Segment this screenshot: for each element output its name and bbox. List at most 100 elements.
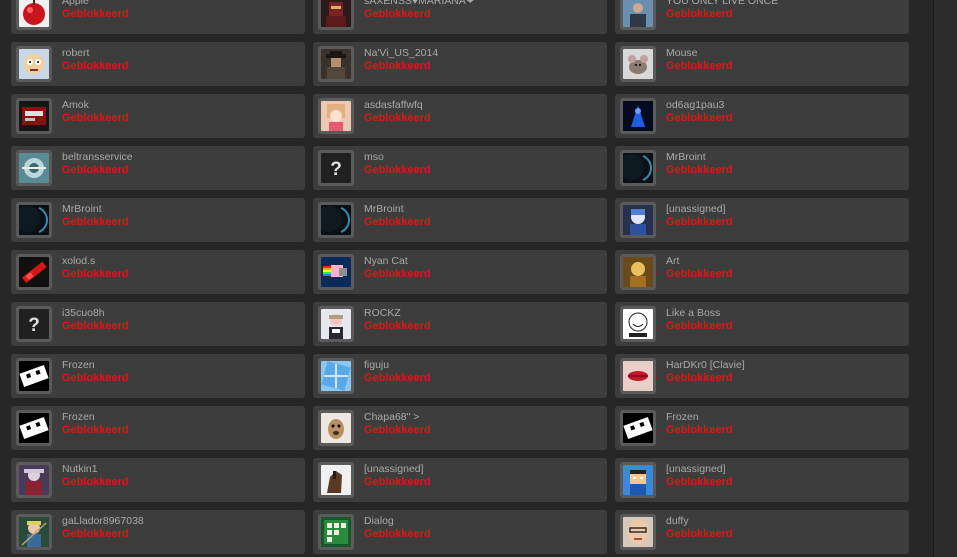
friend-card[interactable]: Mouse Geblokkeerd	[615, 42, 909, 86]
avatar-frame[interactable]	[620, 410, 656, 446]
avatar-frame[interactable]	[16, 358, 52, 394]
friend-card[interactable]: MrBroint Geblokkeerd	[11, 198, 305, 242]
avatar-frame[interactable]	[16, 0, 52, 30]
friend-name[interactable]: Amok	[62, 99, 298, 111]
avatar-frame[interactable]	[318, 0, 354, 30]
friend-card[interactable]: ROCKZ Geblokkeerd	[313, 302, 607, 346]
avatar-frame[interactable]: ?	[318, 150, 354, 186]
friend-name[interactable]: Chapa68" >	[364, 411, 600, 423]
avatar-frame[interactable]	[16, 150, 52, 186]
friend-name[interactable]: Apple	[62, 0, 298, 7]
avatar-frame[interactable]	[16, 98, 52, 134]
friend-name[interactable]: Frozen	[666, 411, 902, 423]
friend-card[interactable]: Frozen Geblokkeerd	[11, 354, 305, 398]
friend-name[interactable]: Na'Vi_US_2014	[364, 47, 600, 59]
avatar-frame[interactable]	[318, 306, 354, 342]
friend-card[interactable]: MrBroint Geblokkeerd	[313, 198, 607, 242]
friend-name[interactable]: [unassigned]	[666, 203, 902, 215]
friend-card[interactable]: figuju Geblokkeerd	[313, 354, 607, 398]
friend-name[interactable]: sAXENSS♥MARIANA❤	[364, 0, 600, 7]
friend-card[interactable]: Na'Vi_US_2014 Geblokkeerd	[313, 42, 607, 86]
friend-name[interactable]: Mouse	[666, 47, 902, 59]
friend-name[interactable]: MrBroint	[364, 203, 600, 215]
friend-name[interactable]: xolod.s	[62, 255, 298, 267]
friend-card[interactable]: ? mso Geblokkeerd	[313, 146, 607, 190]
friend-card[interactable]: YOU ONLY LIVE ONCE Geblokkeerd	[615, 0, 909, 34]
friend-name[interactable]: Frozen	[62, 411, 298, 423]
friend-name[interactable]: beltransservice	[62, 151, 298, 163]
friend-card[interactable]: MrBroint Geblokkeerd	[615, 146, 909, 190]
friend-name[interactable]: Nutkin1	[62, 463, 298, 475]
friend-card[interactable]: robert Geblokkeerd	[11, 42, 305, 86]
avatar-frame[interactable]	[318, 202, 354, 238]
friend-name[interactable]: [unassigned]	[666, 463, 902, 475]
friend-card[interactable]: asdasfaffwfq Geblokkeerd	[313, 94, 607, 138]
friend-name[interactable]: Dialog	[364, 515, 600, 527]
friend-card[interactable]: [unassigned] Geblokkeerd	[313, 458, 607, 502]
friend-card[interactable]: Apple Geblokkeerd	[11, 0, 305, 34]
avatar-frame[interactable]	[16, 410, 52, 446]
avatar-frame[interactable]	[620, 358, 656, 394]
friend-card[interactable]: Dialog Geblokkeerd	[313, 510, 607, 554]
avatar-frame[interactable]	[620, 0, 656, 30]
avatar-frame[interactable]	[620, 150, 656, 186]
friend-card[interactable]: HarDKr0 [Clavie] Geblokkeerd	[615, 354, 909, 398]
friend-card[interactable]: Art Geblokkeerd	[615, 250, 909, 294]
friend-card[interactable]: gaLlador8967038 Geblokkeerd	[11, 510, 305, 554]
friend-name[interactable]: Frozen	[62, 359, 298, 371]
avatar-frame[interactable]	[620, 254, 656, 290]
avatar-frame[interactable]	[620, 46, 656, 82]
friend-name[interactable]: robert	[62, 47, 298, 59]
friend-name[interactable]: duffy	[666, 515, 902, 527]
avatar-frame[interactable]	[16, 514, 52, 550]
friend-card[interactable]: od6ag1pau3 Geblokkeerd	[615, 94, 909, 138]
friend-name[interactable]: od6ag1pau3	[666, 99, 902, 111]
friend-card[interactable]: duffy Geblokkeerd	[615, 510, 909, 554]
friend-card[interactable]: Nyan Cat Geblokkeerd	[313, 250, 607, 294]
avatar-frame[interactable]	[16, 46, 52, 82]
friend-card[interactable]: Frozen Geblokkeerd	[615, 406, 909, 450]
friend-card[interactable]: ? i35cuo8h Geblokkeerd	[11, 302, 305, 346]
avatar-frame[interactable]	[620, 306, 656, 342]
friend-name[interactable]: YOU ONLY LIVE ONCE	[666, 0, 902, 7]
friend-card[interactable]: Like a Boss Geblokkeerd	[615, 302, 909, 346]
friend-name[interactable]: mso	[364, 151, 600, 163]
friend-name[interactable]: Nyan Cat	[364, 255, 600, 267]
friend-name[interactable]: i35cuo8h	[62, 307, 298, 319]
friend-name[interactable]: Art	[666, 255, 902, 267]
friend-name[interactable]: [unassigned]	[364, 463, 600, 475]
friend-card[interactable]: Nutkin1 Geblokkeerd	[11, 458, 305, 502]
friend-name[interactable]: gaLlador8967038	[62, 515, 298, 527]
avatar-frame[interactable]	[16, 202, 52, 238]
avatar-frame[interactable]	[318, 358, 354, 394]
friend-card[interactable]: xolod.s Geblokkeerd	[11, 250, 305, 294]
friend-name[interactable]: asdasfaffwfq	[364, 99, 600, 111]
avatar-frame[interactable]: ?	[16, 306, 52, 342]
friend-card[interactable]: Frozen Geblokkeerd	[11, 406, 305, 450]
avatar-frame[interactable]	[318, 254, 354, 290]
friend-card[interactable]: [unassigned] Geblokkeerd	[615, 458, 909, 502]
friend-name[interactable]: MrBroint	[62, 203, 298, 215]
avatar-frame[interactable]	[318, 46, 354, 82]
avatar-frame[interactable]	[620, 462, 656, 498]
avatar-frame[interactable]	[620, 202, 656, 238]
avatar-frame[interactable]	[318, 410, 354, 446]
friend-name[interactable]: figuju	[364, 359, 600, 371]
friend-card[interactable]: beltransservice Geblokkeerd	[11, 146, 305, 190]
friend-name[interactable]: Like a Boss	[666, 307, 902, 319]
avatar-frame[interactable]	[620, 514, 656, 550]
avatar-frame[interactable]	[16, 254, 52, 290]
avatar-frame[interactable]	[620, 98, 656, 134]
avatar-frame[interactable]	[318, 514, 354, 550]
avatar-frame[interactable]	[318, 98, 354, 134]
friend-card[interactable]: Amok Geblokkeerd	[11, 94, 305, 138]
friend-card[interactable]: sAXENSS♥MARIANA❤ Geblokkeerd	[313, 0, 607, 34]
avatar-frame[interactable]	[318, 462, 354, 498]
friend-name[interactable]: ROCKZ	[364, 307, 600, 319]
dark-planet-avatar	[321, 205, 351, 235]
friend-card[interactable]: Chapa68" > Geblokkeerd	[313, 406, 607, 450]
friend-name[interactable]: MrBroint	[666, 151, 902, 163]
friend-name[interactable]: HarDKr0 [Clavie]	[666, 359, 902, 371]
avatar-frame[interactable]	[16, 462, 52, 498]
friend-card[interactable]: [unassigned] Geblokkeerd	[615, 198, 909, 242]
